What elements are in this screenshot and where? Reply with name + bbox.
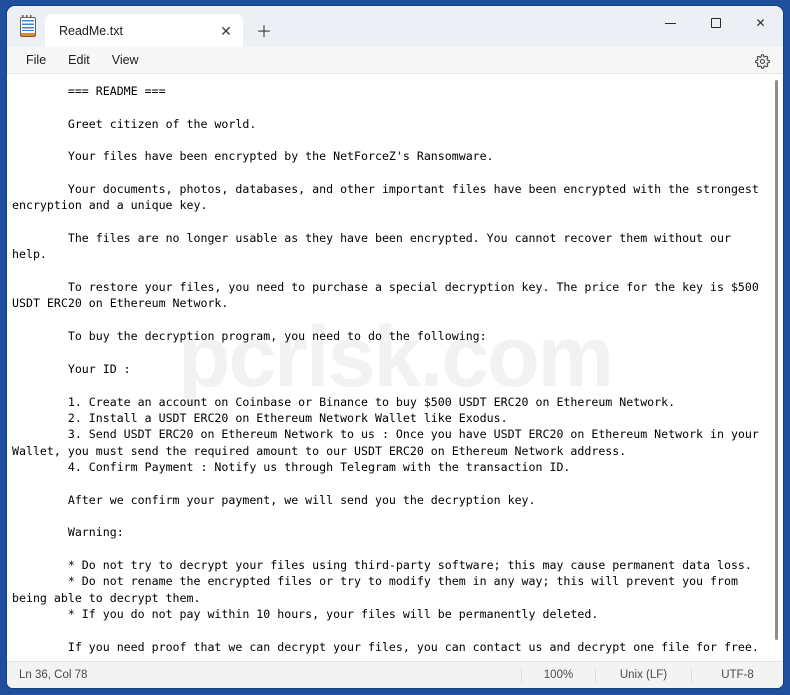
close-tab-icon[interactable]: ✕ xyxy=(213,19,239,43)
readme-text[interactable]: === README === Greet citizen of the worl… xyxy=(7,74,783,661)
zoom-level[interactable]: 100% xyxy=(521,667,595,683)
scrollbar-thumb[interactable] xyxy=(775,80,778,640)
line-ending[interactable]: Unix (LF) xyxy=(595,667,691,683)
encoding[interactable]: UTF-8 xyxy=(691,667,783,683)
cursor-position: Ln 36, Col 78 xyxy=(19,669,88,681)
notepad-window: ReadMe.txt ✕ ＋ ✕ File Edit View pcrisk.c… xyxy=(7,6,783,688)
vertical-scrollbar[interactable] xyxy=(769,74,783,661)
menu-item-view[interactable]: View xyxy=(101,50,150,70)
menu-item-file[interactable]: File xyxy=(15,50,57,70)
gear-icon[interactable] xyxy=(751,50,773,72)
title-bar: ReadMe.txt ✕ ＋ ✕ xyxy=(7,6,783,47)
status-bar: Ln 36, Col 78 100% Unix (LF) UTF-8 xyxy=(7,661,783,688)
close-window-button[interactable]: ✕ xyxy=(738,6,783,40)
tab-title: ReadMe.txt xyxy=(59,23,123,38)
menu-bar: File Edit View xyxy=(7,47,783,74)
notepad-icon xyxy=(17,15,39,38)
maximize-button[interactable] xyxy=(693,6,738,40)
tab-readme-txt[interactable]: ReadMe.txt ✕ xyxy=(45,14,243,47)
editor-area[interactable]: pcrisk.com === README === Greet citizen … xyxy=(7,74,783,661)
desktop-background: ReadMe.txt ✕ ＋ ✕ File Edit View pcrisk.c… xyxy=(0,0,790,695)
minimize-button[interactable] xyxy=(648,6,693,40)
menu-item-edit[interactable]: Edit xyxy=(57,50,101,70)
new-tab-button[interactable]: ＋ xyxy=(249,15,279,45)
window-controls: ✕ xyxy=(648,6,783,40)
